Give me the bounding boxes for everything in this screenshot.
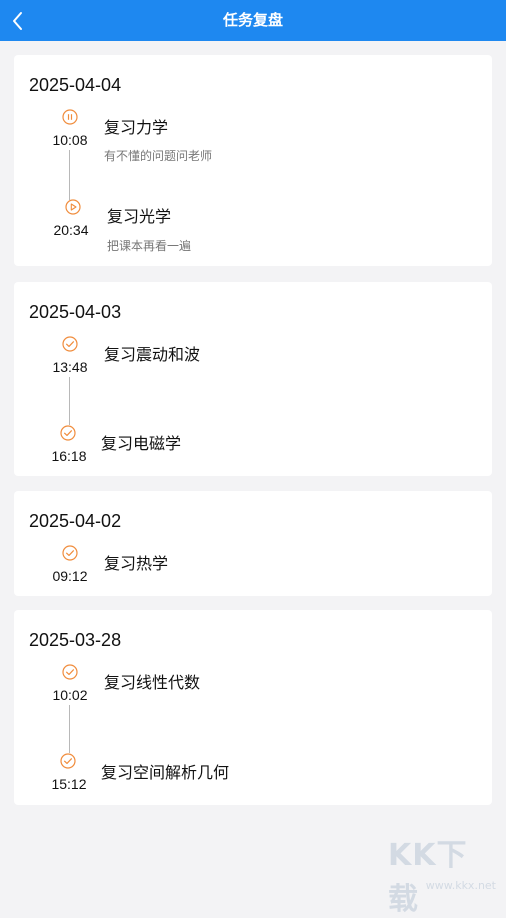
watermark-url: www.kkx.net — [425, 879, 496, 892]
task-note: 把课本再看一遍 — [107, 239, 192, 253]
day-date: 2025-04-02 — [29, 511, 122, 531]
task-name[interactable]: 复习线性代数 — [104, 669, 200, 693]
task-time: 20:34 — [53, 222, 89, 238]
task-name[interactable]: 复习震动和波 — [104, 341, 200, 365]
task-name[interactable]: 复习电磁学 — [101, 430, 181, 454]
check-circle-icon — [62, 336, 78, 352]
play-circle-icon — [65, 199, 81, 215]
day-date: 2025-04-03 — [29, 302, 122, 322]
pause-circle-icon — [62, 109, 78, 125]
task-time: 15:12 — [51, 776, 87, 792]
task-note: 有不懂的问题问老师 — [104, 149, 213, 163]
timeline-connector — [69, 377, 70, 425]
task-time: 10:02 — [52, 687, 88, 703]
check-circle-icon — [62, 545, 78, 561]
day-card: 2025-03-28 10:02 复习线性代数 15:12 复习空间解析几何 — [14, 610, 492, 805]
check-circle-icon — [62, 664, 78, 680]
day-card: 2025-04-04 10:08 复习力学 有不懂的问题问老师 20:34 复习… — [14, 55, 492, 266]
day-date: 2025-03-28 — [29, 630, 122, 650]
task-name[interactable]: 复习光学 — [107, 203, 171, 227]
timeline-connector — [69, 705, 70, 753]
task-time: 13:48 — [52, 359, 88, 375]
timeline-connector — [69, 150, 70, 200]
task-name[interactable]: 复习热学 — [104, 550, 168, 574]
task-time: 16:18 — [51, 448, 87, 464]
task-time: 10:08 — [52, 132, 88, 148]
task-name[interactable]: 复习力学 — [104, 114, 168, 138]
watermark: KK下载 www.kkx.net — [388, 830, 498, 917]
check-circle-icon — [60, 425, 76, 441]
task-name[interactable]: 复习空间解析几何 — [101, 759, 229, 783]
task-time: 09:12 — [52, 568, 88, 584]
day-card: 2025-04-02 09:12 复习热学 — [14, 491, 492, 596]
top-nav-bar: 任务复盘 — [0, 0, 506, 41]
check-circle-icon — [60, 753, 76, 769]
day-date: 2025-04-04 — [29, 75, 122, 95]
watermark-logo: KK下载 — [388, 838, 468, 917]
page-title: 任务复盘 — [222, 11, 283, 29]
day-card: 2025-04-03 13:48 复习震动和波 16:18 复习电磁学 — [14, 282, 492, 476]
